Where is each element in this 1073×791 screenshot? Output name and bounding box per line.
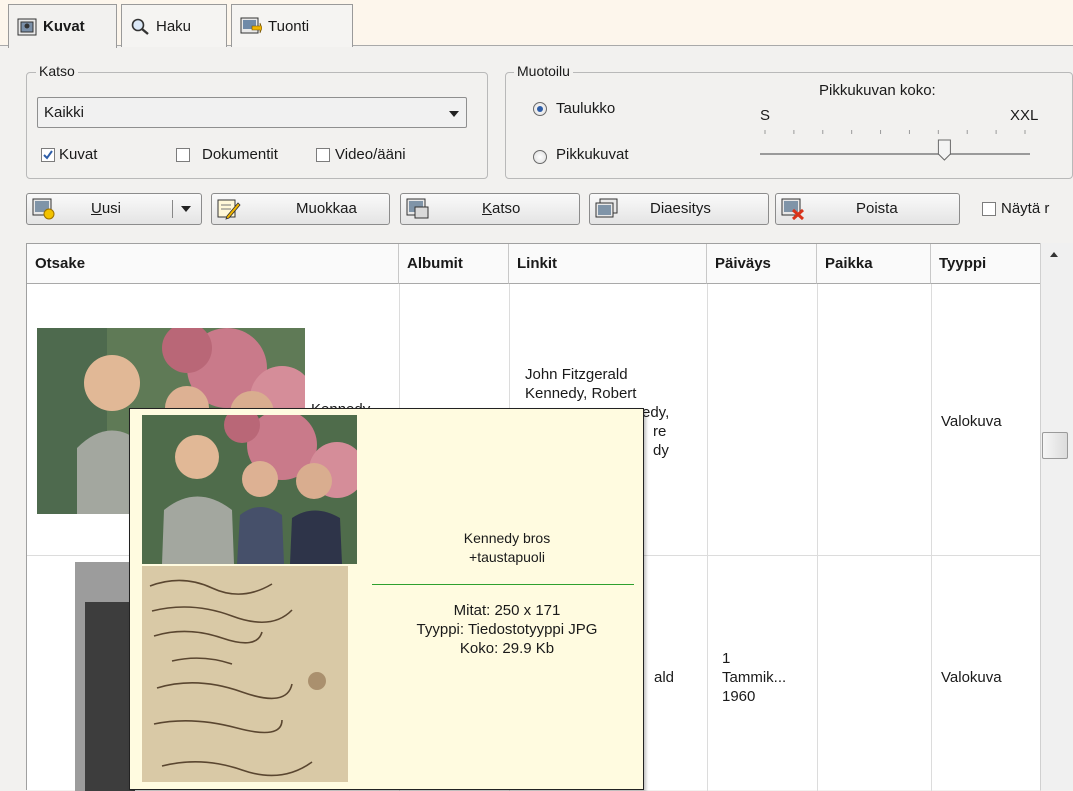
col-header-linkit[interactable]: Linkit [509,244,707,284]
delete-button[interactable]: Poista [775,193,960,225]
row-date: 1 Tammik... 1960 [722,650,787,705]
checkbox-kuvat[interactable] [41,148,55,162]
edit-button-label: Muokkaa [296,200,357,217]
col-header-otsake[interactable]: Otsake [27,244,399,284]
slider-knob[interactable] [937,139,951,161]
muotoilu-legend: Muotoilu [514,63,573,79]
radio-pikkukuvat[interactable] [533,150,547,164]
col-header-paivays[interactable]: Päiväys [707,244,817,284]
chevron-down-icon [449,111,459,117]
view-photo-icon [406,198,429,219]
checkbox-video[interactable] [316,148,330,162]
tooltip-photo-front [142,415,357,564]
checkbox-dokumentit-label: Dokumentit [202,146,278,163]
show-checkbox-label: Näytä r [1001,200,1050,217]
slider-min-label: S [760,107,771,124]
tab-tuonti[interactable]: Tuonti [231,4,353,47]
delete-button-label: Poista [856,200,898,217]
chevron-down-icon[interactable] [181,206,191,212]
tab-label: Kuvat [43,18,85,35]
checkbox-kuvat-label: Kuvat [59,146,98,163]
bw-photo-thumbnail [75,562,135,791]
row-type: Valokuva [941,413,1002,430]
slider-ticks [764,130,1026,134]
slideshow-button[interactable]: Diaesitys [589,193,769,225]
slider-max-label: XXL [1010,107,1039,124]
thumb-size-slider[interactable] [755,124,1040,166]
filter-select[interactable]: Kaikki [37,97,467,128]
radio-taulukko[interactable] [533,102,547,116]
photo-icon [17,18,37,35]
col-header-albumit[interactable]: Albumit [399,244,509,284]
tooltip-divider [372,584,634,585]
show-checkbox[interactable] [982,202,996,216]
search-icon [131,18,149,35]
scrollbar-thumb[interactable] [1042,432,1068,459]
katso-legend: Katso [36,63,78,79]
tab-kuvat[interactable]: Kuvat [8,4,117,48]
tooltip-file-type: Tyyppi: Tiedostotyyppi JPG [416,621,598,638]
tooltip-title: Kennedy bros +taustapuoli [463,530,551,565]
import-icon [240,17,262,34]
row-links: ald [654,669,675,686]
delete-icon [781,198,805,220]
tooltip-photo-back [142,566,348,782]
tooltip-dimensions: Mitat: 250 x 171 [453,602,561,619]
new-button-label: Uusi [91,200,122,217]
new-button[interactable]: Uusi [26,193,202,225]
tab-haku[interactable]: Haku [121,4,227,47]
edit-icon [217,199,241,220]
table-scrollbar[interactable] [1040,243,1073,790]
col-header-paikka[interactable]: Paikka [817,244,931,284]
filter-select-value: Kaikki [44,104,85,121]
view-button[interactable]: Katso [400,193,580,225]
view-button-label: Katso [482,200,521,217]
edit-button[interactable]: Muokkaa [211,193,390,225]
checkbox-video-label: Video/ääni [335,146,406,163]
new-photo-icon [32,198,55,220]
check-icon [43,150,53,160]
thumb-size-label: Pikkukuvan koko: [819,82,936,99]
slideshow-icon [595,198,618,218]
radio-taulukko-label: Taulukko [556,100,616,117]
tab-label: Tuonti [268,17,310,35]
tab-label: Haku [156,17,192,35]
radio-pikkukuvat-label: Pikkukuvat [556,146,629,163]
row-type: Valokuva [941,669,1002,686]
col-header-tyyppi[interactable]: Tyyppi [931,244,1041,284]
slideshow-button-label: Diaesitys [650,200,711,217]
checkbox-dokumentit[interactable] [176,148,190,162]
scroll-up-icon[interactable] [1050,252,1058,257]
tooltip-size: Koko: 29.9 Kb [459,640,555,657]
image-tooltip: Kennedy bros +taustapuoli Mitat: 250 x 1… [129,408,644,790]
